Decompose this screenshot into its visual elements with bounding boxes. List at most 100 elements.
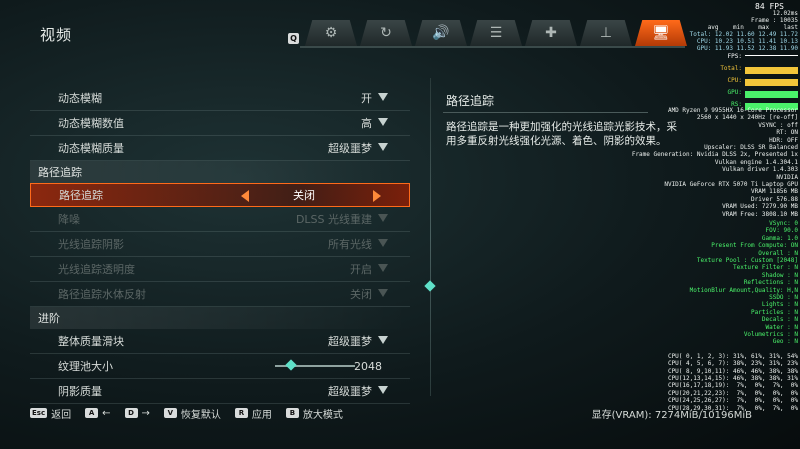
settings-info-line: Decals : N [761, 316, 798, 324]
setting-denoise: 降噪 DLSS 光线重建 [30, 207, 410, 232]
settings-info-line: Overall : N [758, 249, 798, 257]
description-text: 路径追踪是一种更加强化的光线追踪光影技术，采用多重反射光线强化光源、着色、阴影的… [446, 121, 677, 147]
cpu-usage-line: CPU(24,25,26,27): 7%, 0%, 0%, 0% [667, 397, 798, 405]
tab-bar: ⚙ ↻ 🔊 ☰ ✚ ⊥ 🖥 [305, 20, 690, 46]
setting-label: 路径追踪水体反射 [58, 288, 146, 301]
setting-value: 高 [361, 117, 372, 130]
setting-label: 整体质量滑块 [58, 335, 124, 348]
hint-label: → [141, 407, 150, 419]
cpu-usage-line: CPU( 4, 5, 6, 7): 38%, 23%, 31%, 23% [667, 360, 798, 368]
perf-bar [745, 79, 798, 86]
settings-info-line: MotionBlur Amount,Quality: H,N [689, 286, 798, 294]
chevron-down-icon[interactable] [378, 336, 388, 344]
setting-label: 动态模糊质量 [58, 142, 124, 155]
key-badge: A [85, 408, 99, 418]
hint-label: 返回 [51, 409, 72, 421]
setting-value: 所有光线 [328, 238, 372, 251]
settings-info-line: Particles : N [751, 308, 798, 316]
speaker-icon: 🔊 [432, 25, 450, 41]
system-info-line: AMD Ryzen 9 9955HX 16-Core Processor [667, 107, 798, 114]
perf-bar [745, 55, 798, 56]
list-icon: ☰ [489, 25, 503, 41]
hint-0[interactable]: Esc 返回 [30, 406, 71, 421]
arrow-right-icon[interactable] [373, 190, 381, 202]
tab-gear[interactable]: ⚙ [305, 20, 357, 46]
arrow-left-icon[interactable] [241, 190, 249, 202]
hint-2[interactable]: D → [124, 406, 150, 421]
setting-value: 超级噩梦 [328, 142, 372, 155]
hint-3[interactable]: V 恢复默认 [163, 406, 221, 421]
description-title: 路径追踪 [446, 94, 495, 108]
gear-icon: ⚙ [324, 25, 338, 41]
chevron-down-icon[interactable] [378, 118, 388, 126]
setting-rt-shadows: 光线追踪阴影 所有光线 [30, 232, 410, 257]
system-info-line: 2560 x 1440 x 240Hz [re-off] [696, 114, 798, 122]
chevron-down-icon[interactable] [378, 386, 388, 394]
timing-gpu: GPU: 11.93 11.52 12.38 11.90 [696, 45, 798, 52]
setting-motion-blur-amount[interactable]: 动态模糊数值 高 [30, 111, 410, 136]
hint-list: Esc 返回 A ← D → V 恢复默认 R 应用 B 放大模式 [30, 406, 357, 421]
chevron-down-icon [378, 239, 388, 247]
system-info-line: VSYNC : off [758, 121, 798, 129]
cpu-usage-line: CPU( 8, 9,10,11): 46%, 46%, 38%, 38% [667, 367, 798, 375]
setting-value: 关闭 [350, 288, 372, 301]
setting-label: 光线追踪阴影 [58, 238, 124, 251]
setting-rt-transparency: 光线追踪透明度 开启 [30, 257, 410, 282]
tab-joystick[interactable]: ⊥ [580, 20, 632, 46]
system-info-line: Upscaler: DLSS SR Balanced [704, 144, 798, 151]
cpu-usage-line: CPU(20,21,22,23): 7%, 0%, 0%, 0% [667, 389, 798, 397]
section-header-path-tracing: 路径追踪 [30, 161, 410, 183]
system-info-line: NVIDIA GeForce RTX 5070 Ti Laptop GPU [664, 181, 798, 188]
bar-label: Total: [720, 65, 742, 72]
bar-label: FPS: [727, 53, 742, 60]
hint-1[interactable]: A ← [85, 406, 111, 421]
texture-pool-slider[interactable] [275, 359, 355, 371]
panel-divider [430, 78, 431, 396]
hint-5[interactable]: B 放大模式 [285, 406, 343, 421]
settings-info-line: VSync: 0 [769, 220, 798, 227]
hint-label: 放大模式 [302, 409, 343, 421]
key-badge: Esc [30, 408, 48, 418]
settings-info-line: Shadow : N [761, 271, 798, 279]
system-info-line: Frame Generation: Nvidia DLSS 2x, Presen… [631, 151, 798, 159]
setting-overall-quality[interactable]: 整体质量滑块 超级噩梦 [30, 329, 410, 354]
perf-bar [745, 91, 798, 98]
crosshair-icon: ✚ [545, 25, 557, 41]
monitor-icon: 🖥 [652, 25, 670, 41]
setting-shadow-quality[interactable]: 阴影质量 超级噩梦 [30, 379, 410, 404]
setting-path-tracing[interactable]: 路径追踪 关闭 [30, 183, 410, 207]
system-info-line: VRAM Used: 7279.90 MB [722, 203, 798, 211]
chevron-down-icon[interactable] [378, 93, 388, 101]
bottom-hint-bar: Esc 返回 A ← D → V 恢复默认 R 应用 B 放大模式 显存(VRAM): 7274MiB… [30, 402, 772, 424]
settings-info-line: Present From Compute: ON [711, 242, 798, 250]
system-info-line: Driver 576.88 [751, 195, 798, 203]
tab-monitor[interactable]: 🖥 [635, 20, 687, 46]
setting-value: DLSS 光线重建 [295, 213, 372, 226]
tab-controller[interactable]: ↻ [360, 20, 412, 46]
setting-label: 动态模糊 [58, 92, 102, 105]
chevron-down-icon [378, 289, 388, 297]
section-header-advanced: 进阶 [30, 307, 410, 329]
hint-4[interactable]: R 应用 [234, 406, 272, 421]
setting-motion-blur-quality[interactable]: 动态模糊质量 超级噩梦 [30, 136, 410, 161]
settings-info-line: Gamma: 1.0 [761, 234, 798, 242]
tab-crosshair[interactable]: ✚ [525, 20, 577, 46]
slider-handle[interactable] [285, 359, 297, 371]
tab-speaker[interactable]: 🔊 [415, 20, 467, 46]
tab-list[interactable]: ☰ [470, 20, 522, 46]
chevron-down-icon [378, 264, 388, 272]
system-info-line: NVIDIA [776, 173, 798, 181]
controller-icon: ↻ [380, 25, 392, 41]
settings-info-line: Lights : N [761, 301, 798, 309]
hint-label: 恢复默认 [180, 409, 221, 421]
setting-texture-pool[interactable]: 纹理池大小 2048 [30, 354, 410, 379]
setting-value: 开启 [350, 263, 372, 276]
hint-label: 应用 [251, 409, 272, 421]
page-title: 视频 [40, 26, 73, 44]
chevron-down-icon[interactable] [378, 143, 388, 151]
system-info-line: Vulkan driver 1.4.303 [722, 166, 798, 174]
system-info-line: HDR: OFF [769, 136, 798, 144]
setting-label: 阴影质量 [58, 385, 102, 398]
setting-motion-blur[interactable]: 动态模糊 开 [30, 86, 410, 111]
setting-pt-water-reflection: 路径追踪水体反射 关闭 [30, 282, 410, 307]
